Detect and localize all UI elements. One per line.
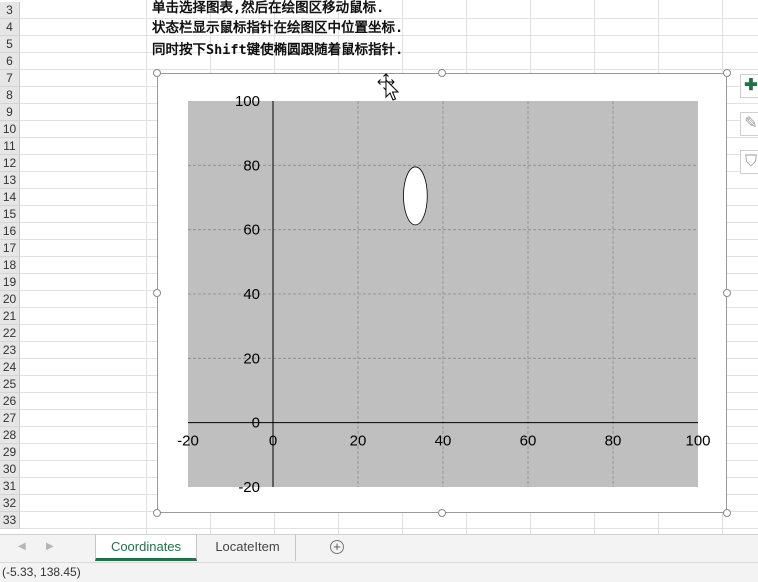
- row-header[interactable]: 27: [0, 410, 20, 427]
- x-tick-label: 80: [605, 433, 622, 450]
- row-header[interactable]: 24: [0, 359, 20, 376]
- brush-icon: ✎: [744, 115, 758, 132]
- row-header[interactable]: 16: [0, 223, 20, 240]
- row-header[interactable]: 5: [0, 36, 20, 53]
- move-cursor-icon: [377, 73, 400, 101]
- row-header[interactable]: 21: [0, 308, 20, 325]
- row-header[interactable]: 7: [0, 70, 20, 87]
- column-gridline: [146, 0, 147, 534]
- x-tick-label: 0: [269, 433, 277, 450]
- row-header[interactable]: 32: [0, 495, 20, 512]
- row-header[interactable]: 19: [0, 274, 20, 291]
- plus-icon: ✚: [744, 77, 758, 94]
- row-header[interactable]: 4: [0, 19, 20, 36]
- row-gridline: [20, 528, 758, 529]
- scatter-chart[interactable]: -20 0 20 40 60 80 100 -20 0 20 40 60 80 100: [158, 74, 728, 514]
- x-tick-label: 60: [520, 433, 537, 450]
- row-gridline: [20, 69, 758, 70]
- x-tick-label: -20: [177, 433, 199, 450]
- chart-filters-button[interactable]: ⛉: [740, 150, 758, 174]
- row-gridline: [20, 18, 758, 19]
- sheet-tab-bar: ◀ ▶ Coordinates LocateItem +: [0, 534, 758, 562]
- resize-handle-left[interactable]: [153, 289, 161, 297]
- row-header[interactable]: 17: [0, 240, 20, 257]
- resize-handle-bottom[interactable]: [438, 509, 446, 517]
- add-sheet-button[interactable]: +: [330, 540, 344, 554]
- y-tick-label: 80: [243, 157, 260, 174]
- row-header[interactable]: 22: [0, 325, 20, 342]
- row-header[interactable]: 28: [0, 427, 20, 444]
- chart-elements-button[interactable]: ✚: [740, 74, 758, 98]
- row-header[interactable]: 15: [0, 206, 20, 223]
- row-header[interactable]: 13: [0, 172, 20, 189]
- row-header[interactable]: 29: [0, 444, 20, 461]
- x-tick-label: 20: [350, 433, 367, 450]
- x-tick-label: 100: [685, 433, 710, 450]
- y-tick-label: 60: [243, 222, 260, 239]
- row-header[interactable]: 23: [0, 342, 20, 359]
- tab-locateitem[interactable]: LocateItem: [200, 535, 296, 561]
- y-tick-label: 100: [235, 93, 260, 110]
- row-header[interactable]: 9: [0, 104, 20, 121]
- y-tick-label: 40: [243, 286, 260, 303]
- row-header[interactable]: 26: [0, 393, 20, 410]
- resize-handle-top-right[interactable]: [723, 69, 731, 77]
- x-tick-label: 40: [435, 433, 452, 450]
- status-bar: (-5.33, 138.45): [0, 562, 758, 582]
- row-header[interactable]: 18: [0, 257, 20, 274]
- status-coordinates: (-5.33, 138.45): [2, 565, 81, 579]
- row-header[interactable]: 10: [0, 121, 20, 138]
- resize-handle-top-left[interactable]: [153, 69, 161, 77]
- row-header[interactable]: 3: [0, 2, 20, 19]
- resize-handle-bottom-right[interactable]: [723, 509, 731, 517]
- row-header[interactable]: 30: [0, 461, 20, 478]
- instruction-line-2: 状态栏显示鼠标指针在绘图区中位置坐标.: [152, 20, 404, 36]
- resize-handle-right[interactable]: [723, 289, 731, 297]
- resize-handle-bottom-left[interactable]: [153, 509, 161, 517]
- filter-icon: ⛉: [744, 153, 757, 170]
- row-header[interactable]: 11: [0, 138, 20, 155]
- resize-handle-top[interactable]: [438, 69, 446, 77]
- worksheet-grid[interactable]: 3 4 5 6 7 8 9 10 11 12 13 14 15 16 17 18 19 20 21 22 23 24 25 2…: [0, 0, 758, 534]
- y-tick-label: 20: [243, 350, 260, 367]
- row-header[interactable]: 6: [0, 53, 20, 70]
- instruction-line-3: 同时按下Shift键使椭圆跟随着鼠标指针.: [152, 42, 404, 58]
- tab-scroll-left-icon[interactable]: ◀: [18, 541, 26, 552]
- row-header[interactable]: 8: [0, 87, 20, 104]
- row-header[interactable]: 14: [0, 189, 20, 206]
- tab-scroll-right-icon[interactable]: ▶: [46, 541, 54, 552]
- instruction-line-1: 单击选择图表,然后在绘图区移动鼠标.: [152, 0, 385, 16]
- chart-area[interactable]: -20 0 20 40 60 80 100 -20 0 20 40 60 80 100: [157, 73, 727, 513]
- row-header[interactable]: 31: [0, 478, 20, 495]
- ellipse-marker[interactable]: [403, 166, 428, 226]
- row-header[interactable]: 12: [0, 155, 20, 172]
- row-header[interactable]: 33: [0, 512, 20, 529]
- plus-icon: +: [333, 539, 341, 554]
- tab-coordinates[interactable]: Coordinates: [95, 535, 197, 561]
- y-tick-label: 0: [252, 415, 260, 432]
- row-header[interactable]: 25: [0, 376, 20, 393]
- row-header[interactable]: 20: [0, 291, 20, 308]
- y-tick-label: -20: [238, 479, 260, 496]
- chart-styles-button[interactable]: ✎: [740, 112, 758, 136]
